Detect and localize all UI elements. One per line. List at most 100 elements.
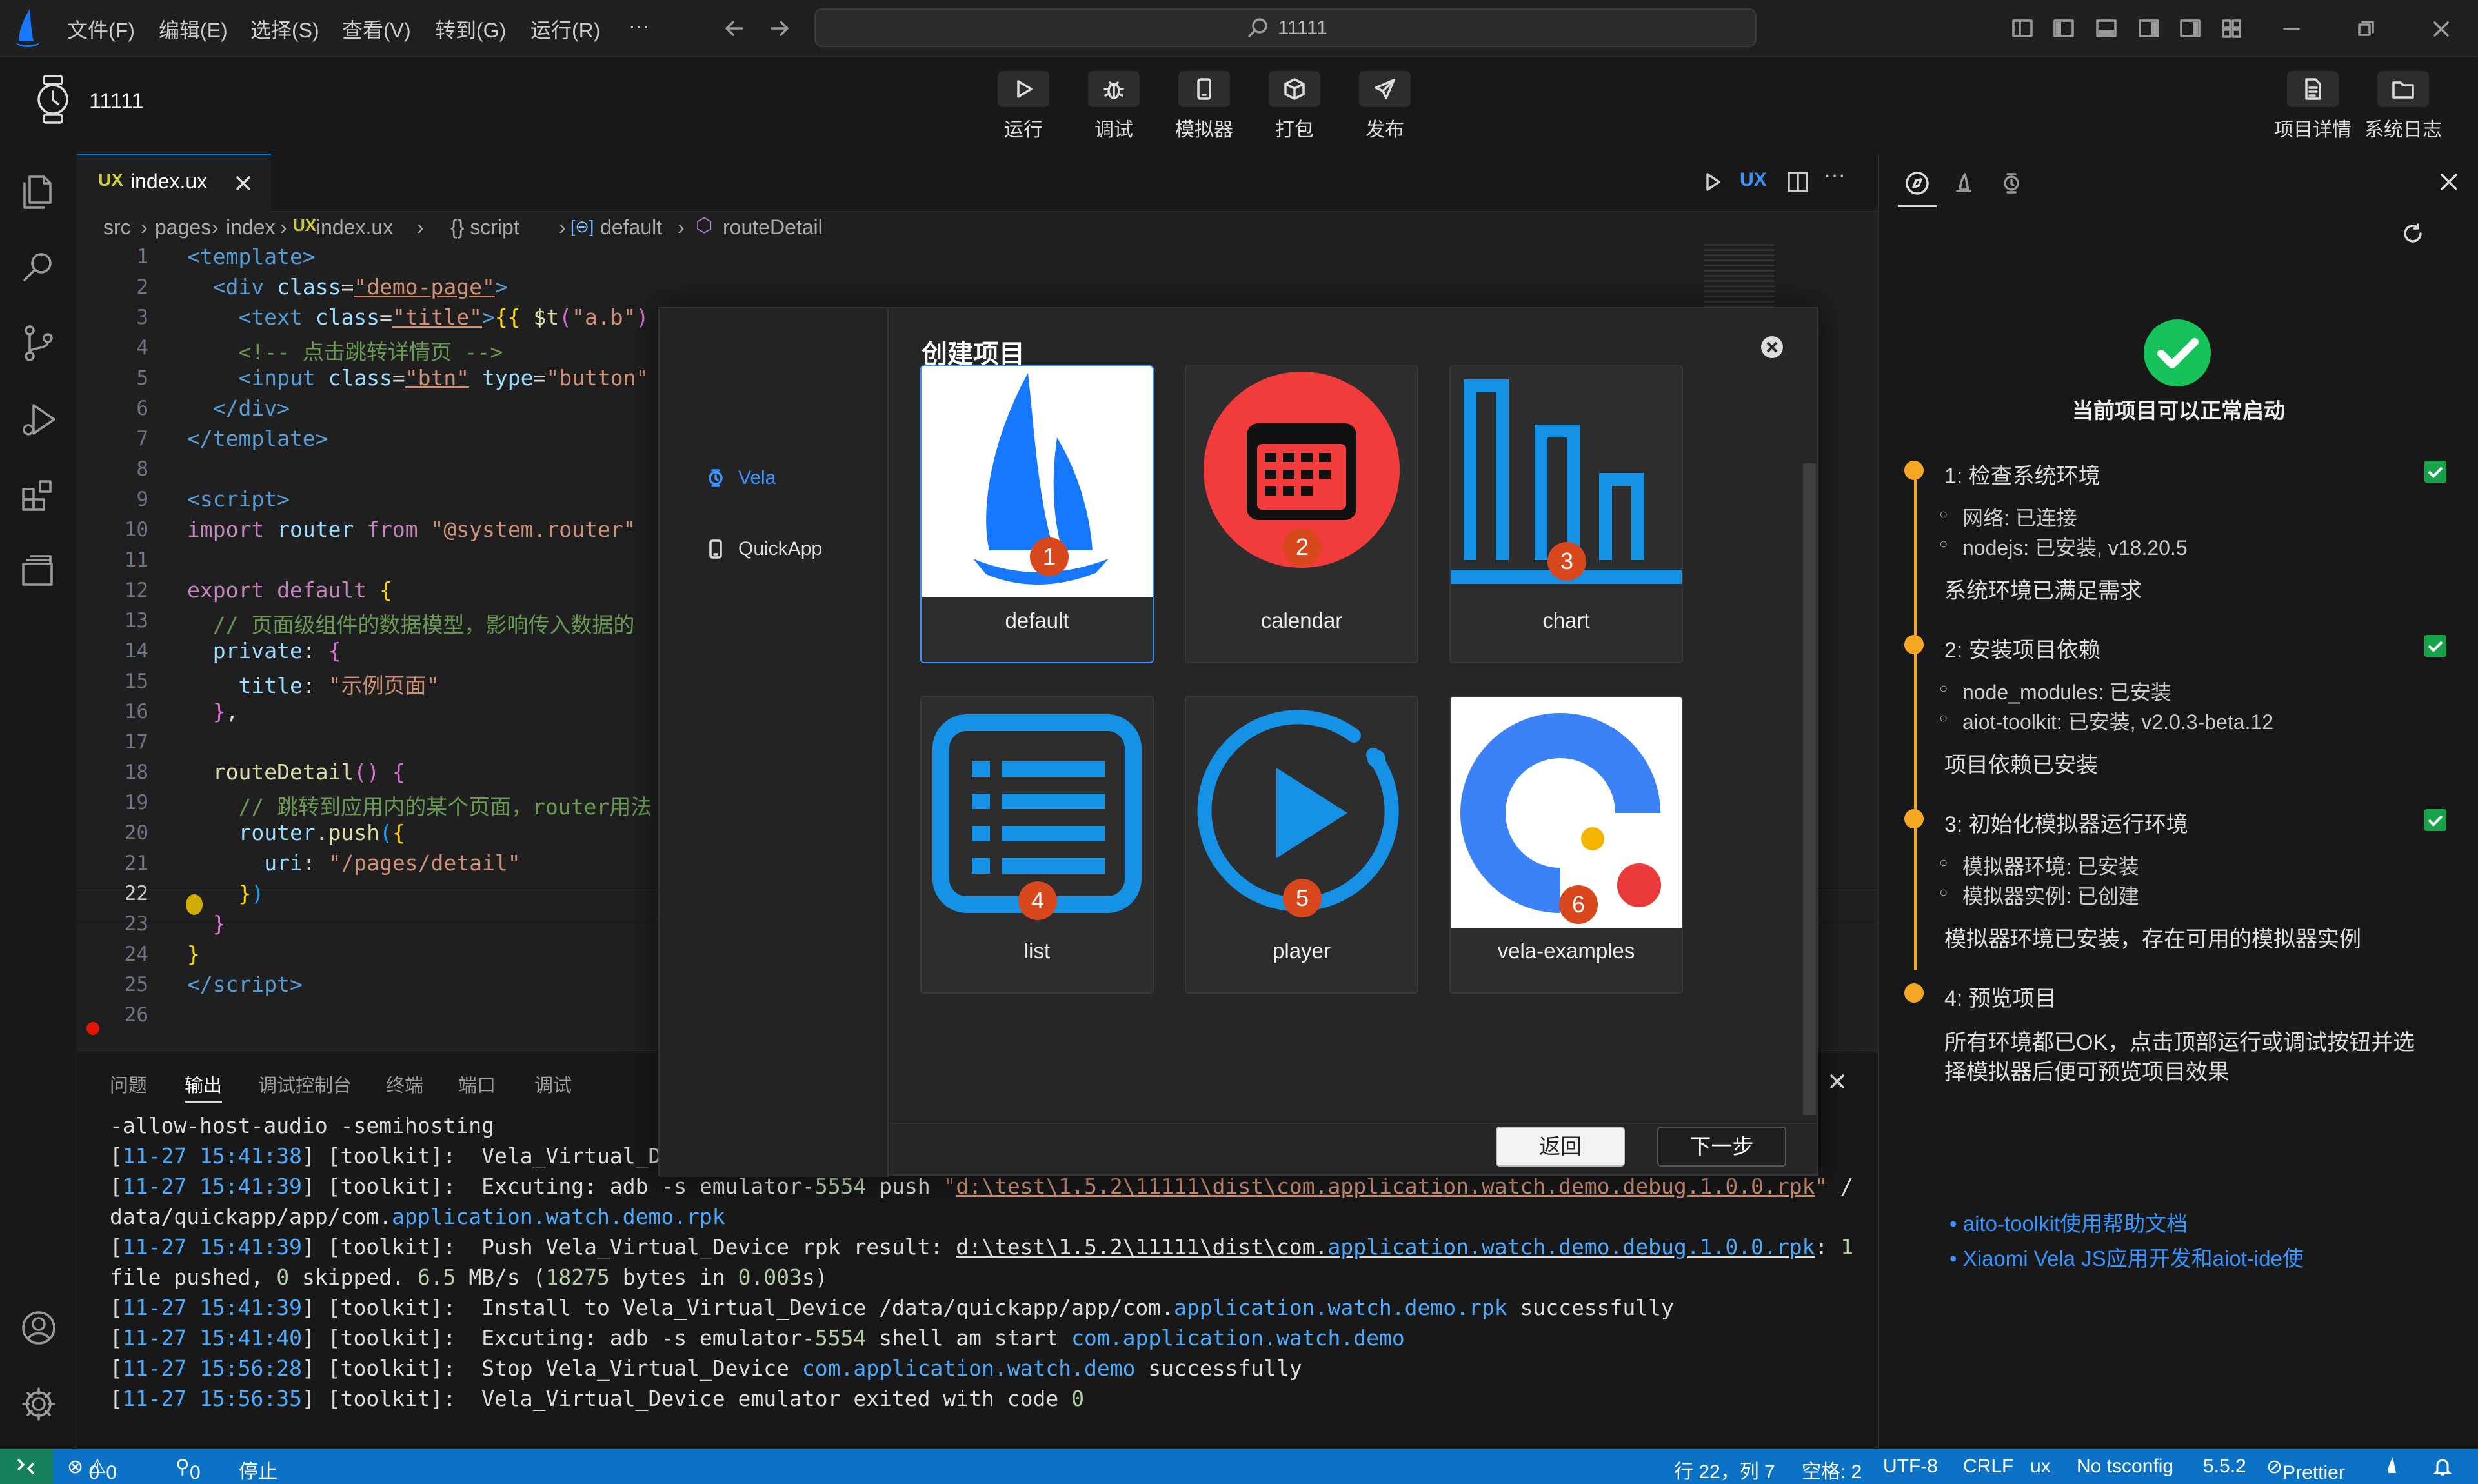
- search-icon[interactable]: [15, 244, 62, 290]
- project-manager-icon[interactable]: [15, 548, 62, 595]
- output-line: [11-27 15:41:39] [toolkit]: Push Vela_Vi…: [110, 1234, 1854, 1259]
- step-dot: [1904, 635, 1924, 654]
- breadcrumb-routeDetail[interactable]: routeDetail: [723, 216, 823, 239]
- next-step-button[interactable]: 下一步: [1657, 1127, 1786, 1167]
- output-line: data/quickapp/app/com.application.watch.…: [110, 1204, 725, 1229]
- breadcrumb-index[interactable]: index: [226, 216, 276, 239]
- tsconfig-status[interactable]: No tsconfig: [2077, 1456, 2173, 1478]
- system-log-button[interactable]: 系统日志: [2364, 71, 2442, 142]
- menu-file[interactable]: 文件(F): [67, 14, 135, 44]
- toggle-panel-icon[interactable]: [2095, 17, 2118, 40]
- layout-right-icon[interactable]: [2179, 17, 2202, 40]
- tab-problems[interactable]: 问题: [110, 1070, 147, 1098]
- prettier-status[interactable]: ⊘ Prettier: [2266, 1456, 2345, 1483]
- back-arrow-icon[interactable]: [723, 17, 746, 40]
- card-name: chart: [1542, 608, 1590, 632]
- encoding[interactable]: UTF-8: [1883, 1456, 1938, 1478]
- help-link-vela-docs[interactable]: • Xiaomi Vela JS应用开发和aiot-ide使: [1949, 1241, 2304, 1272]
- extensions-icon[interactable]: [15, 472, 62, 519]
- command-center-search[interactable]: 11111: [814, 8, 1757, 47]
- menu-edit[interactable]: 编辑(E): [159, 14, 228, 44]
- template-card-vela-examples[interactable]: 6 vela-examples: [1449, 696, 1683, 994]
- run-button[interactable]: 运行: [985, 71, 1062, 142]
- end-of-line[interactable]: CRLF: [1963, 1456, 2013, 1478]
- settings-gear-icon[interactable]: [15, 1381, 62, 1427]
- breadcrumb-src[interactable]: src: [103, 216, 131, 239]
- help-link-toolkit-text[interactable]: aito-toolkit使用帮助文档: [1963, 1212, 2188, 1236]
- close-panel-icon[interactable]: [1828, 1072, 1847, 1091]
- account-icon[interactable]: [15, 1305, 62, 1351]
- split-editor-icon[interactable]: [1785, 169, 1811, 195]
- template-card-player[interactable]: 5 player: [1185, 696, 1418, 994]
- title-bar: 文件(F) 编辑(E) 选择(S) 查看(V) 转到(G) 运行(R) ··· …: [0, 0, 2478, 57]
- run-debug-icon[interactable]: [15, 396, 62, 443]
- menu-more[interactable]: ···: [629, 14, 649, 38]
- tab-debug[interactable]: 调试: [534, 1070, 572, 1098]
- forward-arrow-icon[interactable]: [768, 17, 791, 40]
- explorer-icon[interactable]: [15, 168, 62, 214]
- watch-small-icon[interactable]: [1997, 169, 2026, 197]
- back-button[interactable]: 返回: [1496, 1127, 1625, 1167]
- minimap[interactable]: [1704, 244, 1775, 315]
- remote-indicator[interactable]: [0, 1449, 53, 1484]
- template-card-chart[interactable]: 3 chart: [1449, 365, 1683, 663]
- close-side-panel-icon[interactable]: [2437, 170, 2461, 194]
- emulator-button[interactable]: 模拟器: [1165, 71, 1243, 142]
- indentation[interactable]: 空格: 2: [1802, 1456, 1862, 1484]
- breadcrumb-file[interactable]: index.ux: [316, 216, 393, 239]
- notification-bell-icon[interactable]: [2432, 1456, 2453, 1478]
- template-card-calendar[interactable]: 2 calendar: [1185, 365, 1418, 663]
- prettier-label: Prettier: [2282, 1462, 2345, 1483]
- close-window-icon[interactable]: [2430, 18, 2452, 40]
- publish-button[interactable]: 发布: [1346, 71, 1424, 142]
- tab-index-ux[interactable]: UX index.ux: [77, 154, 271, 212]
- more-actions-icon[interactable]: ···: [1824, 163, 1846, 188]
- error-count: 0: [88, 1462, 100, 1483]
- minimize-icon[interactable]: [2281, 18, 2302, 40]
- project-details-button[interactable]: 项目详情: [2274, 71, 2352, 142]
- dialog-scrollbar[interactable]: [1803, 463, 1816, 1115]
- refresh-icon[interactable]: [2400, 221, 2426, 246]
- toggle-secondary-sidebar-icon[interactable]: [2137, 17, 2161, 40]
- ports-indicator[interactable]: ⚲ 0: [176, 1456, 201, 1483]
- vela-sail-icon[interactable]: [1949, 169, 1978, 197]
- template-card-list[interactable]: 4 list: [920, 696, 1154, 994]
- template-card-default[interactable]: 1 default: [920, 365, 1154, 663]
- package-button[interactable]: 打包: [1256, 71, 1333, 142]
- tab-output[interactable]: 输出: [185, 1070, 223, 1103]
- vela-sail-icon[interactable]: [2381, 1456, 2403, 1478]
- run-file-icon[interactable]: [1700, 169, 1726, 195]
- help-link-vela-docs-text[interactable]: Xiaomi Vela JS应用开发和aiot-ide使: [1963, 1247, 2304, 1270]
- help-link-toolkit[interactable]: • aito-toolkit使用帮助文档: [1949, 1207, 2188, 1238]
- breadcrumb-default[interactable]: default: [600, 216, 662, 239]
- compass-icon[interactable]: [1903, 169, 1931, 197]
- source-control-icon[interactable]: [15, 320, 62, 366]
- close-tab-icon[interactable]: [234, 174, 253, 193]
- tab-terminal[interactable]: 终端: [386, 1070, 423, 1098]
- menu-view[interactable]: 查看(V): [342, 14, 411, 44]
- vela-logo: [15, 9, 40, 47]
- menu-run[interactable]: 运行(R): [530, 14, 600, 44]
- breadcrumb-script[interactable]: {} script: [450, 216, 519, 239]
- stop-status[interactable]: 停止: [239, 1456, 277, 1484]
- menu-selection[interactable]: 选择(S): [250, 14, 319, 44]
- problems-indicator[interactable]: ⊗ 0 ⚠ 0: [67, 1456, 117, 1483]
- watch-small-icon: [709, 469, 723, 487]
- toggle-primary-sidebar-icon[interactable]: [2052, 17, 2075, 40]
- language-mode[interactable]: ux: [2030, 1456, 2051, 1478]
- tab-ports[interactable]: 端口: [458, 1070, 496, 1098]
- version-indicator[interactable]: 5.5.2: [2203, 1456, 2246, 1478]
- cursor-position[interactable]: 行 22，列 7: [1674, 1456, 1775, 1484]
- step-summary: 系统环境已满足需求: [1944, 579, 2142, 603]
- close-dialog-icon[interactable]: [1759, 334, 1785, 360]
- customize-layout-icon[interactable]: [2220, 17, 2243, 40]
- menu-go[interactable]: 转到(G): [435, 14, 506, 44]
- restore-icon[interactable]: [2355, 18, 2377, 40]
- breakpoint-icon[interactable]: [86, 1022, 99, 1035]
- ux-preview-icon[interactable]: UX: [1740, 169, 1767, 191]
- layout-left-icon[interactable]: [2011, 17, 2034, 40]
- step-item: 模拟器实例: 已创建: [1939, 880, 2139, 910]
- tab-debug-console[interactable]: 调试控制台: [258, 1070, 352, 1098]
- breadcrumb-pages[interactable]: pages: [155, 216, 211, 239]
- debug-button[interactable]: 调试: [1075, 71, 1153, 142]
